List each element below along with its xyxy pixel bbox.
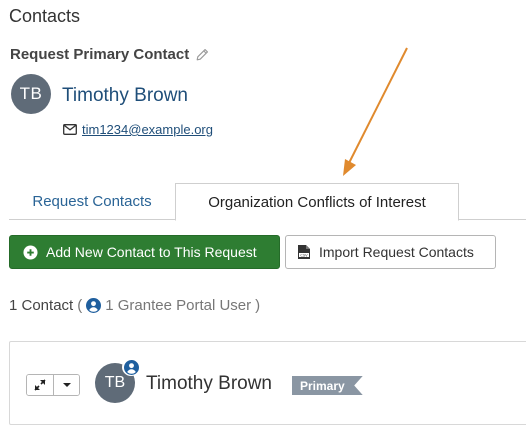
user-circle-icon xyxy=(123,359,139,375)
portal-user-badge xyxy=(122,358,140,376)
primary-tag: Primary xyxy=(292,376,363,395)
import-contacts-label: Import Request Contacts xyxy=(319,244,474,260)
open-paren: ( xyxy=(77,297,83,314)
plus-circle-icon xyxy=(23,244,38,260)
tab-bar: Request Contacts Organization Conflicts … xyxy=(9,183,526,221)
import-contacts-button[interactable]: CSV Import Request Contacts xyxy=(285,235,496,269)
primary-contact-name[interactable]: Timothy Brown xyxy=(62,85,188,107)
portal-user-count: 1 Grantee Portal User xyxy=(105,297,252,314)
add-contact-label: Add New Contact to This Request xyxy=(46,244,257,260)
envelope-icon xyxy=(63,124,77,135)
tab-request-contacts[interactable]: Request Contacts xyxy=(9,183,175,220)
pencil-icon[interactable] xyxy=(195,48,209,62)
card-controls xyxy=(26,374,80,396)
caret-down-icon xyxy=(62,383,71,387)
email-link[interactable]: tim1234@example.org xyxy=(82,122,213,137)
tab-organization-conflicts[interactable]: Organization Conflicts of Interest xyxy=(175,183,459,221)
dropdown-toggle-button[interactable] xyxy=(53,375,79,395)
add-contact-button[interactable]: Add New Contact to This Request xyxy=(9,235,280,269)
page-title: Contacts xyxy=(9,6,81,26)
card-contact-name[interactable]: Timothy Brown xyxy=(146,373,272,395)
user-circle-icon xyxy=(86,298,102,313)
svg-text:CSV: CSV xyxy=(300,253,308,257)
primary-contact-heading: Request Primary Contact xyxy=(10,46,209,63)
expand-button[interactable] xyxy=(27,375,53,395)
primary-contact-label: Request Primary Contact xyxy=(10,46,190,63)
close-paren: ) xyxy=(255,297,261,314)
csv-file-icon: CSV xyxy=(298,245,310,259)
contact-count-summary: 1 Contact ( 1 Grantee Portal User ) xyxy=(9,297,260,314)
contact-count: 1 Contact xyxy=(9,297,74,314)
email-row: tim1234@example.org xyxy=(63,122,213,137)
expand-icon xyxy=(34,379,46,391)
contact-card: TB Timothy Brown Primary xyxy=(9,341,526,425)
avatar: TB xyxy=(11,74,51,114)
